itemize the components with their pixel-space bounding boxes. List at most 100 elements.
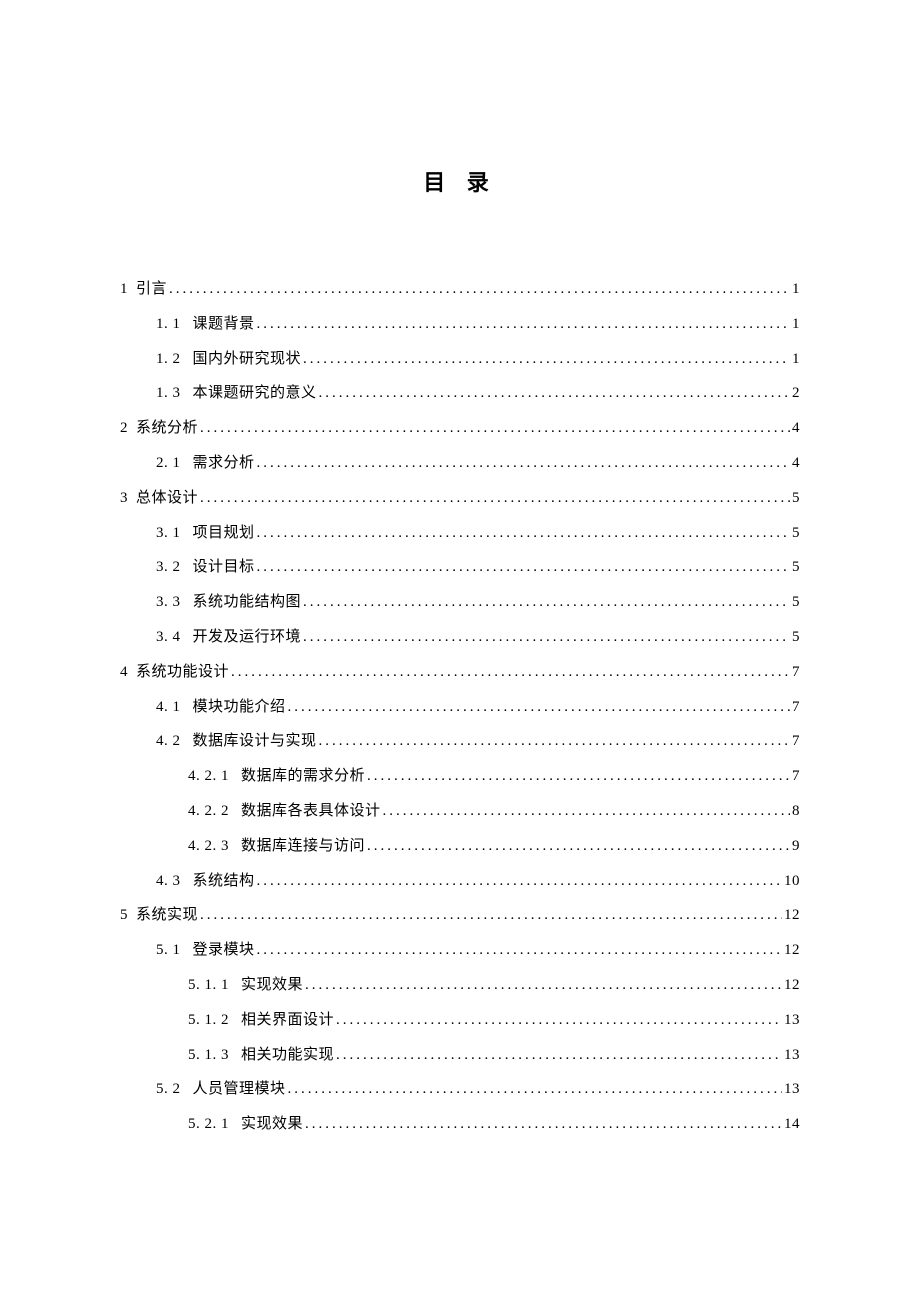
toc-entry-number: 4. 2 bbox=[156, 724, 181, 759]
toc-dot-leader bbox=[303, 1107, 782, 1142]
toc-entry-text: 数据库的需求分析 bbox=[241, 759, 365, 794]
toc-entry-number: 4. 3 bbox=[156, 864, 181, 899]
toc-entry-page: 13 bbox=[782, 1072, 800, 1107]
toc-entry-text: 数据库各表具体设计 bbox=[241, 794, 381, 829]
toc-entry-number: 5. 1. 1 bbox=[188, 968, 229, 1003]
toc-entry-text: 登录模块 bbox=[193, 933, 255, 968]
toc-entry: 4. 2. 3数据库连接与访问9 bbox=[120, 829, 800, 864]
toc-dot-leader bbox=[317, 376, 790, 411]
toc-entry-number: 2 bbox=[120, 411, 128, 446]
toc-entry-page: 7 bbox=[790, 759, 800, 794]
toc-dot-leader bbox=[317, 724, 790, 759]
toc-entry-text: 需求分析 bbox=[193, 446, 255, 481]
toc-dot-leader bbox=[167, 272, 790, 307]
toc-entry-number: 3. 1 bbox=[156, 516, 181, 551]
toc-dot-leader bbox=[255, 307, 790, 342]
toc-entry-text: 系统分析 bbox=[136, 411, 198, 446]
toc-entry-page: 2 bbox=[790, 376, 800, 411]
toc-entry-text: 相关功能实现 bbox=[241, 1038, 334, 1073]
toc-dot-leader bbox=[301, 620, 790, 655]
toc-entry-text: 项目规划 bbox=[193, 516, 255, 551]
toc-entry-number: 5. 1 bbox=[156, 933, 181, 968]
toc-entry: 3. 4 开发及运行环境 5 bbox=[120, 620, 800, 655]
toc-entry-page: 12 bbox=[782, 898, 800, 933]
toc-entry: 4系统功能设计7 bbox=[120, 655, 800, 690]
toc-entry: 3总体设计5 bbox=[120, 481, 800, 516]
toc-entry-text: 系统功能设计 bbox=[136, 655, 229, 690]
toc-entry-text: 模块功能介绍 bbox=[193, 690, 286, 725]
toc-dot-leader bbox=[255, 446, 790, 481]
toc-entry-page: 1 bbox=[790, 342, 800, 377]
toc-entry-number: 5 bbox=[120, 898, 128, 933]
toc-entry-page: 1 bbox=[790, 307, 800, 342]
toc-entry-page: 10 bbox=[782, 864, 800, 899]
toc-entry: 2. 1需求分析4 bbox=[120, 446, 800, 481]
toc-entry: 5. 2 人员管理模块 13 bbox=[120, 1072, 800, 1107]
toc-entry-page: 5 bbox=[790, 620, 800, 655]
toc-entry-number: 3. 4 bbox=[156, 620, 181, 655]
toc-entry-text: 相关界面设计 bbox=[241, 1003, 334, 1038]
toc-entry-number: 1 bbox=[120, 272, 128, 307]
toc-dot-leader bbox=[334, 1038, 782, 1073]
toc-entry: 4. 2. 1 数据库的需求分析 7 bbox=[120, 759, 800, 794]
toc-entry-number: 3. 3 bbox=[156, 585, 181, 620]
toc-entry-page: 5 bbox=[790, 550, 800, 585]
toc-entry: 5. 1. 3相关功能实现13 bbox=[120, 1038, 800, 1073]
toc-entry-page: 9 bbox=[790, 829, 800, 864]
toc-entry: 1. 2 国内外研究现状 1 bbox=[120, 342, 800, 377]
toc-dot-leader bbox=[198, 898, 782, 933]
toc-entry: 3. 3系统功能结构图5 bbox=[120, 585, 800, 620]
toc-dot-leader bbox=[229, 655, 790, 690]
toc-dot-leader bbox=[255, 516, 790, 551]
toc-dot-leader bbox=[365, 759, 790, 794]
toc-dot-leader bbox=[286, 1072, 782, 1107]
toc-entry-number: 4. 2. 1 bbox=[188, 759, 229, 794]
toc-entry-page: 14 bbox=[782, 1107, 800, 1142]
toc-dot-leader bbox=[198, 481, 790, 516]
toc-entry: 2系统分析 4 bbox=[120, 411, 800, 446]
toc-dot-leader bbox=[286, 690, 790, 725]
toc-entry: 5系统实现12 bbox=[120, 898, 800, 933]
toc-entry-number: 3. 2 bbox=[156, 550, 181, 585]
toc-entry: 1引言1 bbox=[120, 272, 800, 307]
toc-dot-leader bbox=[301, 342, 790, 377]
toc-entry: 5. 1 登录模块 12 bbox=[120, 933, 800, 968]
toc-entry-number: 4. 2. 3 bbox=[188, 829, 229, 864]
toc-entry-page: 4 bbox=[790, 411, 800, 446]
toc-entry: 1. 1课题背景1 bbox=[120, 307, 800, 342]
toc-entry: 3. 1 项目规划 5 bbox=[120, 516, 800, 551]
toc-entry-text: 人员管理模块 bbox=[193, 1072, 286, 1107]
toc-entry-number: 5. 2 bbox=[156, 1072, 181, 1107]
toc-entry-number: 5. 1. 3 bbox=[188, 1038, 229, 1073]
toc-entry: 5. 1. 1实现效果12 bbox=[120, 968, 800, 1003]
toc-entry: 4. 2. 2数据库各表具体设计8 bbox=[120, 794, 800, 829]
toc-entry: 4. 2数据库设计与实现7 bbox=[120, 724, 800, 759]
toc-entry-number: 4 bbox=[120, 655, 128, 690]
toc-entry-page: 5 bbox=[790, 481, 800, 516]
toc-dot-leader bbox=[334, 1003, 782, 1038]
toc-entry-number: 5. 2. 1 bbox=[188, 1107, 229, 1142]
toc-entry-text: 实现效果 bbox=[241, 968, 303, 1003]
toc-entry: 5. 2. 1实现效果14 bbox=[120, 1107, 800, 1142]
toc-entry-number: 1. 2 bbox=[156, 342, 181, 377]
toc-entry-text: 本课题研究的意义 bbox=[193, 376, 317, 411]
toc-entry-number: 4. 2. 2 bbox=[188, 794, 229, 829]
toc-entry-page: 12 bbox=[782, 933, 800, 968]
toc-entry-number: 3 bbox=[120, 481, 128, 516]
toc-dot-leader bbox=[255, 864, 782, 899]
toc-entry-text: 设计目标 bbox=[193, 550, 255, 585]
toc-entry-text: 数据库设计与实现 bbox=[193, 724, 317, 759]
toc-entry: 1. 3 本课题研究的意义 2 bbox=[120, 376, 800, 411]
toc-entry-text: 引言 bbox=[136, 272, 167, 307]
toc-entry: 3. 2 设计目标 5 bbox=[120, 550, 800, 585]
toc-entry-text: 课题背景 bbox=[193, 307, 255, 342]
toc-dot-leader bbox=[255, 933, 782, 968]
toc-entry-text: 开发及运行环境 bbox=[193, 620, 302, 655]
toc-entry-number: 2. 1 bbox=[156, 446, 181, 481]
toc-dot-leader bbox=[255, 550, 790, 585]
toc-entry-number: 1. 3 bbox=[156, 376, 181, 411]
toc-entry-page: 5 bbox=[790, 516, 800, 551]
toc-entry-number: 5. 1. 2 bbox=[188, 1003, 229, 1038]
table-of-contents: 1引言11. 1课题背景11. 2国内外研究现状11. 3本课题研究的意义22系… bbox=[120, 272, 800, 1142]
toc-entry-text: 国内外研究现状 bbox=[193, 342, 302, 377]
